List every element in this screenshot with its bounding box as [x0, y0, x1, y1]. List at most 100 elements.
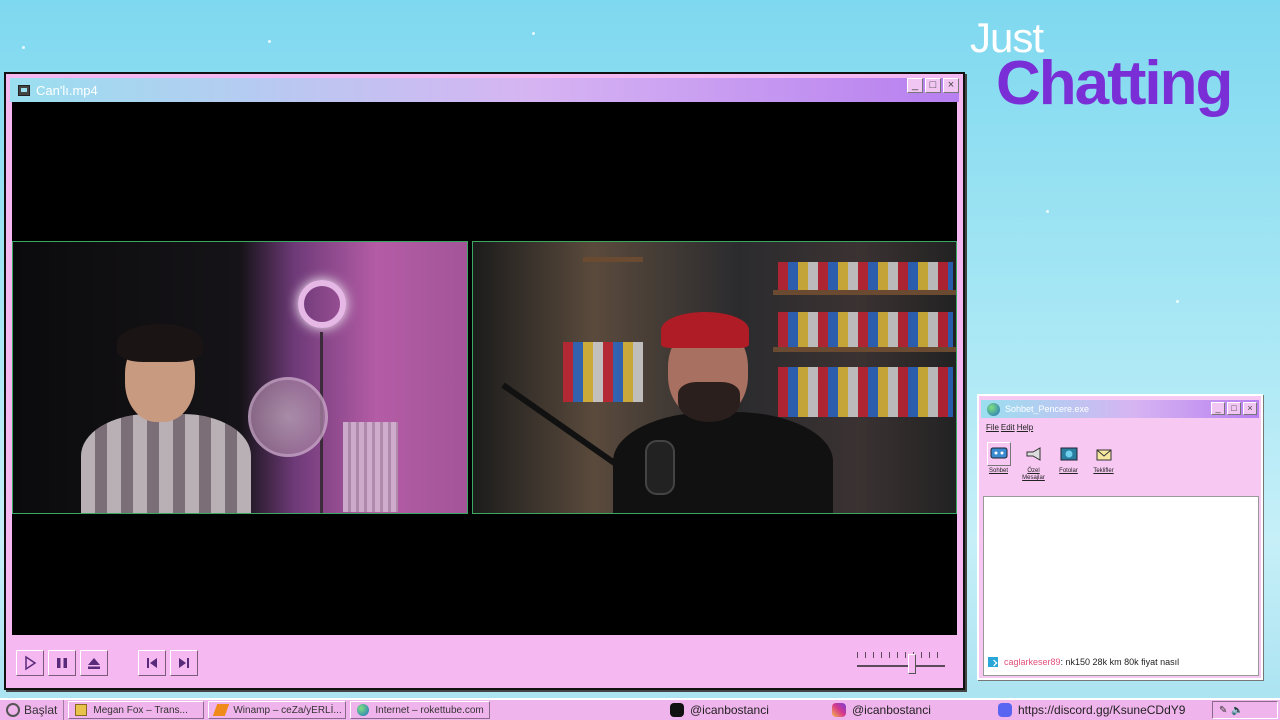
tool-private-messages[interactable]: Özel Mesajlar [1018, 442, 1049, 482]
taskbar-item-label: Megan Fox – Trans... [93, 704, 188, 716]
taskbar-item-internet[interactable]: Internet – rokettube.com [350, 701, 491, 719]
category-title-large: Chatting [996, 49, 1233, 118]
instagram-handle: @icanbostanci [832, 700, 931, 720]
chat-toolbar: Sohbet Özel Mesajlar Fotolar Teklifler [983, 442, 1119, 482]
tiktok-icon [670, 703, 684, 717]
guest-body [81, 414, 251, 513]
volume-ticks [857, 652, 945, 658]
chat-window: Sohbet_Pencere.exe _ □ × File Edit Help … [977, 394, 1263, 680]
folder-icon [75, 704, 88, 716]
pause-button[interactable] [48, 650, 76, 676]
tool-private-messages-label: Özel Mesajlar [1022, 468, 1045, 481]
sparkle [1176, 300, 1179, 303]
menu-help[interactable]: Help [1017, 423, 1033, 432]
menu-file[interactable]: File [986, 423, 999, 432]
volume-thumb[interactable] [907, 654, 916, 674]
sparkle [532, 32, 535, 35]
discord-link-text: https://discord.gg/KsuneCDdY9 [1018, 703, 1186, 717]
taskbar-item-browser-tab[interactable]: Megan Fox – Trans... [68, 701, 205, 719]
shelf [773, 290, 956, 295]
instagram-icon [832, 703, 846, 717]
next-button[interactable] [170, 650, 198, 676]
chat-icon [986, 442, 1011, 466]
eject-icon [88, 658, 100, 669]
start-label: Başlat [24, 703, 58, 717]
tool-chat[interactable]: Sohbet [983, 442, 1014, 482]
radiator [343, 422, 398, 512]
tiktok-handle-text: @icanbostanci [690, 703, 769, 717]
guest-hair [117, 324, 203, 362]
video-window-titlebar[interactable]: Can'lı.mp4 [10, 78, 959, 102]
collectibles [778, 262, 953, 290]
chat-username[interactable]: caglarkeser89 [1004, 657, 1061, 667]
speaker-icon[interactable]: 🔈 [1231, 705, 1243, 716]
video-display[interactable] [12, 102, 957, 635]
monitor-icon [18, 84, 30, 96]
shelf [773, 347, 956, 352]
maximize-button[interactable]: □ [925, 78, 941, 93]
photos-icon [1057, 442, 1081, 466]
chat-message: caglarkeser89 : nk150 28k km 80k fiyat n… [988, 657, 1179, 667]
maximize-button[interactable]: □ [1227, 402, 1241, 415]
chat-window-title: Sohbet_Pencere.exe [1005, 404, 1090, 414]
chat-badge-icon [988, 657, 998, 667]
taskbar-item-label: Internet – rokettube.com [375, 704, 484, 716]
instagram-handle-text: @icanbostanci [852, 703, 931, 717]
volume-track [857, 665, 945, 667]
skip-forward-icon [179, 658, 189, 668]
collectibles [778, 367, 953, 417]
minimize-button[interactable]: _ [1211, 402, 1225, 415]
streamer-beard [678, 382, 740, 422]
skip-back-icon [147, 658, 157, 668]
chat-window-controls: _ □ × [1211, 402, 1257, 415]
collectibles [778, 312, 953, 347]
webcam-feed-streamer [472, 241, 957, 514]
chat-message-area[interactable]: caglarkeser89 : nk150 28k km 80k fiyat n… [983, 496, 1259, 676]
tool-photos-label: Fotolar [1059, 468, 1078, 474]
globe-icon [357, 704, 370, 716]
start-button[interactable]: Başlat [0, 700, 65, 720]
collectibles [563, 342, 643, 402]
globe-icon [987, 403, 1000, 416]
menu-edit[interactable]: Edit [1001, 423, 1015, 432]
streamer-cap [661, 312, 749, 348]
tool-offers-label: Teklifler [1093, 468, 1114, 474]
tool-photos[interactable]: Fotolar [1053, 442, 1084, 482]
player-controls [12, 636, 957, 684]
volume-slider[interactable] [857, 650, 945, 676]
sparkle [22, 46, 25, 49]
play-button[interactable] [16, 650, 44, 676]
taskbar: Başlat Megan Fox – Trans... Winamp – ceZ… [0, 698, 1280, 720]
mail-icon [1092, 442, 1116, 466]
video-player-window: Can'lı.mp4 _ □ × [4, 72, 965, 690]
discord-icon [998, 703, 1012, 717]
taskbar-item-label: Winamp – ceZa/yERLİ... [233, 704, 342, 716]
megaphone-icon [1022, 442, 1046, 466]
shelf [583, 257, 643, 262]
tiktok-handle: @icanbostanci [670, 700, 769, 720]
sparkle [268, 40, 271, 43]
ring-light [298, 280, 346, 328]
play-icon [25, 655, 37, 671]
start-icon [6, 703, 20, 717]
system-tray: ✎ 🔈 [1212, 701, 1278, 719]
close-button[interactable]: × [1243, 402, 1257, 415]
minimize-button[interactable]: _ [907, 78, 923, 93]
tool-offers[interactable]: Teklifler [1088, 442, 1119, 482]
taskbar-item-winamp[interactable]: Winamp – ceZa/yERLİ... [208, 701, 347, 719]
discord-link: https://discord.gg/KsuneCDdY9 [998, 700, 1185, 720]
pause-icon [57, 658, 67, 668]
sparkle [1046, 210, 1049, 213]
chat-text: : nk150 28k km 80k fiyat nasıl [1060, 657, 1180, 667]
close-button[interactable]: × [943, 78, 959, 93]
eject-button[interactable] [80, 650, 108, 676]
microphone [645, 440, 675, 495]
winamp-icon [213, 704, 230, 716]
tool-chat-label: Sohbet [988, 468, 1009, 474]
video-window-title: Can'lı.mp4 [36, 82, 98, 98]
previous-button[interactable] [138, 650, 166, 676]
fan [248, 377, 328, 457]
webcam-feed-guest [12, 241, 468, 514]
pencil-icon[interactable]: ✎ [1219, 705, 1227, 716]
chat-menu-bar: File Edit Help [986, 423, 1033, 432]
